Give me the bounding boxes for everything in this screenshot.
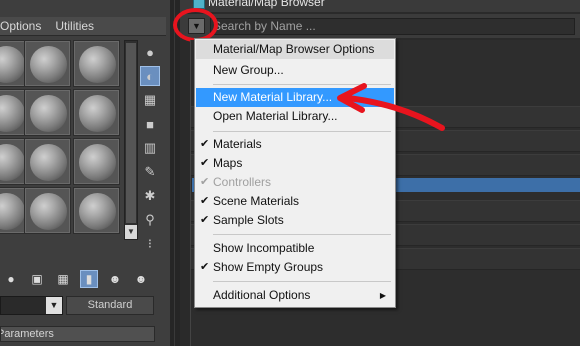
menu-item-sample-slots[interactable]: ✔ Sample Slots — [196, 211, 394, 230]
assign-material-icon[interactable]: ▦ — [54, 270, 72, 288]
sample-slot[interactable] — [24, 89, 71, 136]
scroll-down-arrow-icon[interactable]: ▼ — [125, 225, 137, 239]
browser-title: Material/Map Browser — [208, 0, 325, 9]
chevron-down-icon[interactable]: ▼ — [46, 297, 62, 314]
material-sphere-preview — [30, 95, 67, 132]
menu-item-label: Maps — [213, 156, 243, 170]
menu-separator — [213, 281, 391, 282]
side-toolbar: ● ◐ ▦ ■ ▥ ✎ ✱ ⚲ ⁝ — [140, 42, 162, 254]
material-sphere-preview — [30, 193, 67, 230]
checkmark-icon: ✔ — [200, 176, 210, 188]
sample-slots-grid — [0, 40, 120, 240]
checkmark-icon: ✔ — [200, 138, 210, 150]
sample-type-sphere-icon[interactable]: ● — [140, 42, 160, 62]
menu-utilities[interactable]: Utilities — [55, 19, 94, 33]
material-sphere-preview — [30, 144, 67, 181]
menu-item-scene-materials[interactable]: ✔ Scene Materials — [196, 192, 394, 211]
submenu-arrow-icon: ▶ — [379, 291, 386, 300]
menu-item-additional-options[interactable]: Additional Options ▶ — [196, 286, 394, 305]
menu-separator — [213, 234, 391, 235]
menu-item-label: Controllers — [213, 175, 272, 189]
background-checker-icon[interactable]: ▦ — [140, 90, 160, 110]
sample-uv-tiling-icon[interactable]: ■ — [140, 114, 160, 134]
material-name-combobox[interactable]: ▼ — [0, 296, 63, 315]
menu-item-materials[interactable]: ✔ Materials — [196, 135, 394, 154]
show-map-in-viewport-icon[interactable]: ▮ — [80, 270, 98, 288]
rollout-label: Parameters — [0, 328, 54, 340]
checkmark-icon: ✔ — [200, 195, 210, 207]
backlight-icon[interactable]: ◐ — [140, 66, 160, 86]
menu-item-label: Additional Options — [213, 288, 311, 302]
scrollbar-thumb[interactable] — [126, 43, 136, 223]
menu-item-show-incompatible[interactable]: Show Incompatible — [196, 239, 394, 258]
material-editor-panel: Options Utilities ▼ ● ◐ ▦ ■ ▥ ✎ ✱ ⚲ ⁝ ● … — [0, 0, 170, 346]
sample-slot[interactable] — [73, 40, 120, 87]
sample-slot[interactable] — [24, 138, 71, 185]
checkmark-icon: ✔ — [200, 261, 210, 273]
material-sphere-preview — [0, 46, 25, 83]
menu-header: Material/Map Browser Options — [196, 40, 394, 59]
menu-item-controllers: ✔ Controllers — [196, 173, 394, 192]
material-sphere-preview — [0, 144, 25, 181]
material-sphere-preview — [79, 193, 116, 230]
material-sphere-preview — [79, 144, 116, 181]
options-icon[interactable]: ✱ — [140, 186, 160, 206]
sample-slot[interactable] — [73, 187, 120, 234]
sample-slot[interactable] — [24, 187, 71, 234]
menu-item-label: Open Material Library... — [213, 109, 338, 123]
video-color-check-icon[interactable]: ▥ — [140, 138, 160, 158]
menu-item-label: Scene Materials — [213, 194, 300, 208]
annotation-red-circle — [173, 8, 218, 42]
material-map-navigator-icon[interactable]: ⁝ — [140, 234, 160, 254]
sample-slot[interactable] — [73, 89, 120, 136]
menu-options[interactable]: Options — [0, 19, 41, 33]
checkmark-icon: ✔ — [200, 214, 210, 226]
browser-titlebar: Material/Map Browser — [180, 0, 580, 12]
material-sphere-preview — [0, 95, 25, 132]
panel-divider — [170, 0, 180, 346]
material-type-button[interactable]: Standard — [66, 296, 154, 315]
put-to-scene-icon[interactable]: ▣ — [28, 270, 46, 288]
sample-slot[interactable] — [73, 138, 120, 185]
annotation-red-arrow — [337, 83, 445, 131]
sample-slots-scrollbar[interactable]: ▼ — [124, 40, 138, 240]
menu-item-label: New Group... — [213, 63, 284, 77]
get-material-icon[interactable]: ● — [2, 270, 20, 288]
reset-map-icon[interactable]: ☻ — [106, 270, 124, 288]
browser-search-row: ▼ Search by Name ... — [173, 8, 580, 42]
make-unique-icon[interactable]: ☻ — [132, 270, 150, 288]
menu-item-label: Materials — [213, 137, 262, 151]
menu-item-maps[interactable]: ✔ Maps — [196, 154, 394, 173]
sample-slot[interactable] — [24, 40, 71, 87]
material-editor-menubar: Options Utilities — [0, 17, 166, 36]
bottom-toolbar: ● ▣ ▦ ▮ ☻ ☻ — [0, 268, 166, 290]
browser-options-menu: Material/Map Browser Options New Group..… — [194, 38, 396, 308]
checkmark-icon: ✔ — [200, 157, 210, 169]
select-by-material-icon[interactable]: ⚲ — [140, 210, 160, 230]
material-sphere-preview — [79, 46, 116, 83]
search-input[interactable]: Search by Name ... — [210, 18, 575, 35]
menu-item-label: Sample Slots — [213, 213, 284, 227]
menu-item-new-group[interactable]: New Group... — [196, 61, 394, 80]
material-sphere-preview — [79, 95, 116, 132]
menu-item-show-empty-groups[interactable]: ✔ Show Empty Groups — [196, 258, 394, 277]
material-sphere-preview — [0, 193, 25, 230]
menu-item-label: New Material Library... — [213, 90, 333, 104]
make-preview-icon[interactable]: ✎ — [140, 162, 160, 182]
menu-item-label: Show Empty Groups — [213, 260, 324, 274]
parameters-rollout[interactable]: Parameters — [0, 326, 155, 342]
material-sphere-preview — [30, 46, 67, 83]
menu-item-label: Show Incompatible — [213, 241, 315, 255]
